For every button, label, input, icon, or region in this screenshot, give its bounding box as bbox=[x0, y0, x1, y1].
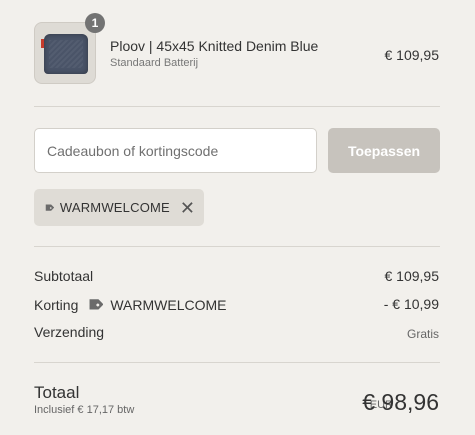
tag-icon bbox=[89, 299, 104, 310]
divider bbox=[34, 106, 440, 107]
discount-value: - € 10,99 bbox=[383, 296, 439, 312]
tag-icon bbox=[45, 204, 54, 211]
applied-discount-chip: WARMWELCOME ✕ bbox=[34, 189, 204, 226]
apply-discount-button[interactable]: Toepassen bbox=[328, 128, 440, 173]
quantity-badge: 1 bbox=[85, 13, 105, 33]
discount-code: WARMWELCOME bbox=[110, 297, 227, 313]
subtotal-label: Subtotaal bbox=[34, 268, 94, 284]
discount-code-input[interactable] bbox=[34, 128, 317, 173]
product-thumbnail bbox=[34, 22, 96, 84]
subtotal-value: € 109,95 bbox=[384, 268, 440, 284]
divider bbox=[34, 362, 440, 363]
pillow-image bbox=[44, 34, 88, 74]
product-name: Ploov | 45x45 Knitted Denim Blue bbox=[110, 38, 319, 54]
applied-discount-code: WARMWELCOME bbox=[59, 200, 170, 215]
tax-note: Inclusief € 17,17 btw bbox=[34, 404, 135, 416]
total-value: € 98,96 bbox=[362, 389, 439, 415]
shipping-label: Verzending bbox=[34, 324, 105, 340]
close-icon[interactable]: ✕ bbox=[180, 199, 195, 217]
discount-label: Korting bbox=[34, 297, 79, 313]
discount-row: Korting WARMWELCOME bbox=[34, 296, 227, 314]
product-variant: Standaard Batterij bbox=[110, 57, 199, 69]
product-price: € 109,95 bbox=[384, 47, 440, 63]
pillow-tag bbox=[41, 39, 44, 48]
shipping-value: Gratis bbox=[406, 327, 439, 341]
divider bbox=[34, 246, 440, 247]
total-label: Totaal bbox=[34, 383, 80, 402]
